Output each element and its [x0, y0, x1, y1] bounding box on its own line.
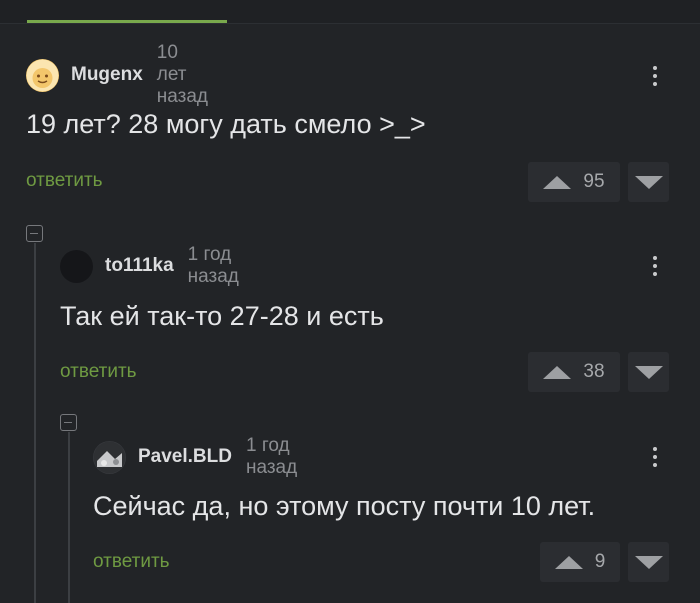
- username[interactable]: to111ka: [105, 255, 174, 277]
- more-vertical-icon[interactable]: [652, 62, 658, 90]
- vote-controls: 38: [528, 352, 669, 392]
- reply-link[interactable]: ответить: [26, 170, 103, 192]
- reply-link[interactable]: ответить: [93, 551, 170, 573]
- downvote-button[interactable]: [628, 162, 669, 202]
- vote-controls: 95: [528, 162, 669, 202]
- rating-count: 38: [583, 361, 605, 382]
- tab-strip: [0, 0, 700, 24]
- more-vertical-icon[interactable]: [652, 443, 658, 471]
- thread-line: [34, 243, 36, 603]
- avatar[interactable]: [26, 58, 59, 92]
- upvote-button[interactable]: 95: [528, 162, 620, 202]
- upvote-button[interactable]: 9: [540, 542, 620, 582]
- upvote-arrow-icon: [543, 175, 572, 189]
- timestamp[interactable]: 1 год назад: [188, 244, 239, 288]
- downvote-arrow-icon: [634, 555, 663, 569]
- avatar[interactable]: [93, 440, 126, 474]
- avatar[interactable]: [60, 249, 93, 283]
- upvote-arrow-icon: [543, 365, 572, 379]
- comment-header: Mugenx 10 лет назад: [26, 42, 208, 107]
- rating-count: 95: [583, 171, 605, 192]
- more-vertical-icon[interactable]: [652, 252, 658, 280]
- comment-header: to111ka 1 год назад: [60, 244, 239, 287]
- comment-text: 19 лет? 28 могу дать смело >_>: [26, 109, 426, 139]
- upvote-arrow-icon: [554, 555, 583, 569]
- downvote-arrow-icon: [634, 365, 663, 379]
- username[interactable]: Pavel.BLD: [138, 446, 232, 468]
- collapse-thread-icon[interactable]: [60, 414, 77, 431]
- thread-line: [68, 432, 70, 603]
- reply-link[interactable]: ответить: [60, 361, 137, 383]
- timestamp[interactable]: 1 год назад: [246, 435, 297, 479]
- comment-header: Pavel.BLD 1 год назад: [93, 435, 297, 478]
- upvote-button[interactable]: 38: [528, 352, 620, 392]
- downvote-button[interactable]: [628, 542, 669, 582]
- downvote-button[interactable]: [628, 352, 669, 392]
- collapse-thread-icon[interactable]: [26, 225, 43, 242]
- divider: [0, 23, 700, 24]
- vote-controls: 9: [540, 542, 669, 582]
- timestamp[interactable]: 10 лет назад: [157, 42, 208, 108]
- rating-count: 9: [594, 551, 606, 572]
- downvote-arrow-icon: [634, 175, 663, 189]
- comment-text: Сейчас да, но этому посту почти 10 лет.: [93, 491, 596, 521]
- username[interactable]: Mugenx: [71, 64, 143, 86]
- comment-text: Так ей так-то 27-28 и есть: [60, 301, 384, 331]
